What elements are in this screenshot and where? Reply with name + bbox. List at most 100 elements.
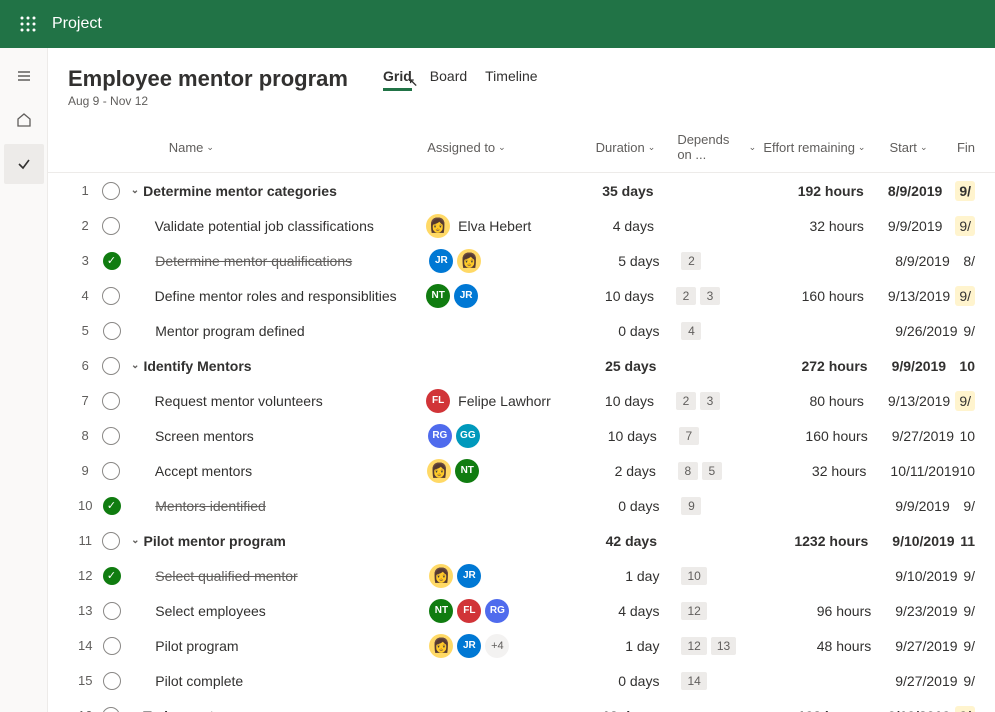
task-name[interactable]: Pilot mentor program bbox=[144, 533, 286, 549]
start-cell[interactable]: 9/10/2019 bbox=[864, 708, 956, 712]
task-row[interactable]: 6⌄Identify Mentors25 days272 hours9/9/20… bbox=[68, 348, 975, 383]
task-row[interactable]: 13Select employeesNTFLRG4 days1296 hours… bbox=[68, 593, 975, 628]
status-circle-icon[interactable] bbox=[102, 182, 120, 200]
app-launcher-icon[interactable] bbox=[12, 8, 44, 40]
col-finish-header[interactable]: Fin bbox=[957, 140, 975, 155]
task-name[interactable]: Mentor program defined bbox=[155, 323, 304, 339]
task-row[interactable]: 14Pilot programJR+41 day121348 hours9/27… bbox=[68, 628, 975, 663]
task-row[interactable]: 7Request mentor volunteersFLFelipe Lawho… bbox=[68, 383, 975, 418]
status-circle-icon[interactable] bbox=[103, 672, 121, 690]
start-cell[interactable]: 8/9/2019 bbox=[864, 183, 956, 199]
start-cell[interactable]: 9/10/2019 bbox=[868, 533, 960, 549]
tab-grid[interactable]: Grid↖ bbox=[383, 68, 412, 91]
task-name[interactable]: Accept mentors bbox=[155, 463, 252, 479]
task-name[interactable]: Pilot complete bbox=[155, 673, 243, 689]
assigned-cell[interactable]: NTJR bbox=[426, 284, 568, 308]
start-cell[interactable]: 9/23/2019 bbox=[871, 603, 963, 619]
finish-cell[interactable]: 9/ bbox=[955, 391, 975, 411]
depends-cell[interactable]: 9 bbox=[659, 497, 761, 515]
task-row[interactable]: 11⌄Pilot mentor program42 days1232 hours… bbox=[68, 523, 975, 558]
start-cell[interactable]: 9/27/2019 bbox=[868, 428, 960, 444]
chevron-down-icon[interactable]: ⌄ bbox=[131, 185, 139, 196]
task-row[interactable]: 10✓Mentors identified0 days99/9/20199/ bbox=[68, 488, 975, 523]
finish-cell[interactable]: 9/ bbox=[955, 706, 975, 712]
finish-cell[interactable]: 9/ bbox=[963, 638, 975, 654]
depends-cell[interactable]: 14 bbox=[659, 672, 761, 690]
start-cell[interactable]: 9/10/2019 bbox=[871, 568, 963, 584]
assigned-cell[interactable]: JR bbox=[429, 249, 573, 273]
dependency-chip[interactable]: 7 bbox=[679, 427, 699, 445]
start-cell[interactable]: 10/11/2019 bbox=[866, 463, 959, 479]
more-count-badge[interactable]: +4 bbox=[485, 634, 509, 658]
status-circle-icon[interactable] bbox=[102, 707, 120, 712]
task-name[interactable]: Select qualified mentor bbox=[155, 568, 297, 584]
finish-cell[interactable]: 10 bbox=[959, 358, 975, 374]
depends-cell[interactable]: 23 bbox=[654, 392, 755, 410]
start-cell[interactable]: 9/26/2019 bbox=[871, 323, 963, 339]
col-start-header[interactable]: Start⌄ bbox=[889, 140, 927, 155]
task-row[interactable]: 12✓Select qualified mentorJR1 day109/10/… bbox=[68, 558, 975, 593]
dependency-chip[interactable]: 2 bbox=[676, 287, 696, 305]
start-cell[interactable]: 9/9/2019 bbox=[868, 358, 960, 374]
depends-cell[interactable]: 12 bbox=[659, 602, 761, 620]
depends-cell[interactable]: 2 bbox=[659, 252, 761, 270]
finish-cell[interactable]: 8/ bbox=[963, 253, 975, 269]
col-duration-header[interactable]: Duration⌄ bbox=[596, 140, 656, 155]
duration-cell[interactable]: 4 days bbox=[573, 603, 659, 619]
task-name[interactable]: Screen mentors bbox=[155, 428, 254, 444]
task-name[interactable]: Determine mentor qualifications bbox=[155, 253, 352, 269]
assigned-cell[interactable]: FLFelipe Lawhorr bbox=[426, 389, 568, 413]
start-cell[interactable]: 9/9/2019 bbox=[871, 498, 963, 514]
duration-cell[interactable]: 25 days bbox=[570, 358, 656, 374]
dependency-chip[interactable]: 4 bbox=[681, 322, 701, 340]
assigned-cell[interactable]: JR+4 bbox=[429, 634, 573, 658]
effort-cell[interactable]: 160 hours bbox=[758, 428, 868, 444]
tab-board[interactable]: Board bbox=[430, 68, 467, 91]
dependency-chip[interactable]: 13 bbox=[711, 637, 736, 655]
task-name[interactable]: Define mentor roles and responsiblities bbox=[155, 288, 397, 304]
duration-cell[interactable]: 1 day bbox=[573, 638, 659, 654]
status-circle-icon[interactable] bbox=[102, 357, 120, 375]
finish-cell[interactable]: 9/ bbox=[963, 603, 975, 619]
tab-timeline[interactable]: Timeline bbox=[485, 68, 537, 91]
status-circle-icon[interactable] bbox=[102, 287, 120, 305]
assigned-cell[interactable]: Elva Hebert bbox=[426, 214, 568, 238]
assigned-cell[interactable]: NT bbox=[427, 459, 570, 483]
effort-cell[interactable]: 96 hours bbox=[761, 603, 871, 619]
home-icon[interactable] bbox=[4, 100, 44, 140]
task-row[interactable]: 2Validate potential job classificationsE… bbox=[68, 208, 975, 243]
effort-cell[interactable]: 32 hours bbox=[755, 218, 864, 234]
dependency-chip[interactable]: 10 bbox=[681, 567, 706, 585]
finish-cell[interactable]: 9/ bbox=[963, 498, 975, 514]
finish-cell[interactable]: 9/ bbox=[963, 673, 975, 689]
task-row[interactable]: 4Define mentor roles and responsiblities… bbox=[68, 278, 975, 313]
effort-cell[interactable]: 272 hours bbox=[758, 358, 868, 374]
assigned-cell[interactable]: NTFLRG bbox=[429, 599, 573, 623]
dependency-chip[interactable]: 3 bbox=[700, 392, 720, 410]
col-effort-header[interactable]: Effort remaining⌄ bbox=[763, 140, 865, 155]
effort-cell[interactable]: 192 hours bbox=[755, 708, 864, 712]
task-name[interactable]: Request mentor volunteers bbox=[155, 393, 323, 409]
status-circle-icon[interactable] bbox=[103, 602, 121, 620]
task-name[interactable]: Select employees bbox=[155, 603, 266, 619]
dependency-chip[interactable]: 14 bbox=[681, 672, 706, 690]
finish-cell[interactable]: 10 bbox=[959, 428, 975, 444]
effort-cell[interactable]: 160 hours bbox=[755, 288, 864, 304]
depends-cell[interactable]: 23 bbox=[654, 287, 755, 305]
status-circle-icon[interactable] bbox=[102, 217, 120, 235]
dependency-chip[interactable]: 5 bbox=[702, 462, 722, 480]
task-row[interactable]: 3✓Determine mentor qualificationsJR5 day… bbox=[68, 243, 975, 278]
status-circle-icon[interactable] bbox=[102, 427, 120, 445]
duration-cell[interactable]: 12 days bbox=[568, 708, 654, 712]
task-row[interactable]: 1⌄Determine mentor categories35 days192 … bbox=[68, 173, 975, 208]
dependency-chip[interactable]: 12 bbox=[681, 602, 706, 620]
status-done-icon[interactable]: ✓ bbox=[103, 497, 121, 515]
col-assigned-header[interactable]: Assigned to⌄ bbox=[427, 140, 505, 155]
task-row[interactable]: 5Mentor program defined0 days49/26/20199… bbox=[68, 313, 975, 348]
effort-cell[interactable]: 32 hours bbox=[757, 463, 867, 479]
start-cell[interactable]: 9/9/2019 bbox=[864, 218, 955, 234]
assigned-cell[interactable]: JR bbox=[429, 564, 573, 588]
dependency-chip[interactable]: 9 bbox=[681, 497, 701, 515]
status-done-icon[interactable]: ✓ bbox=[103, 567, 121, 585]
start-cell[interactable]: 9/27/2019 bbox=[871, 673, 963, 689]
